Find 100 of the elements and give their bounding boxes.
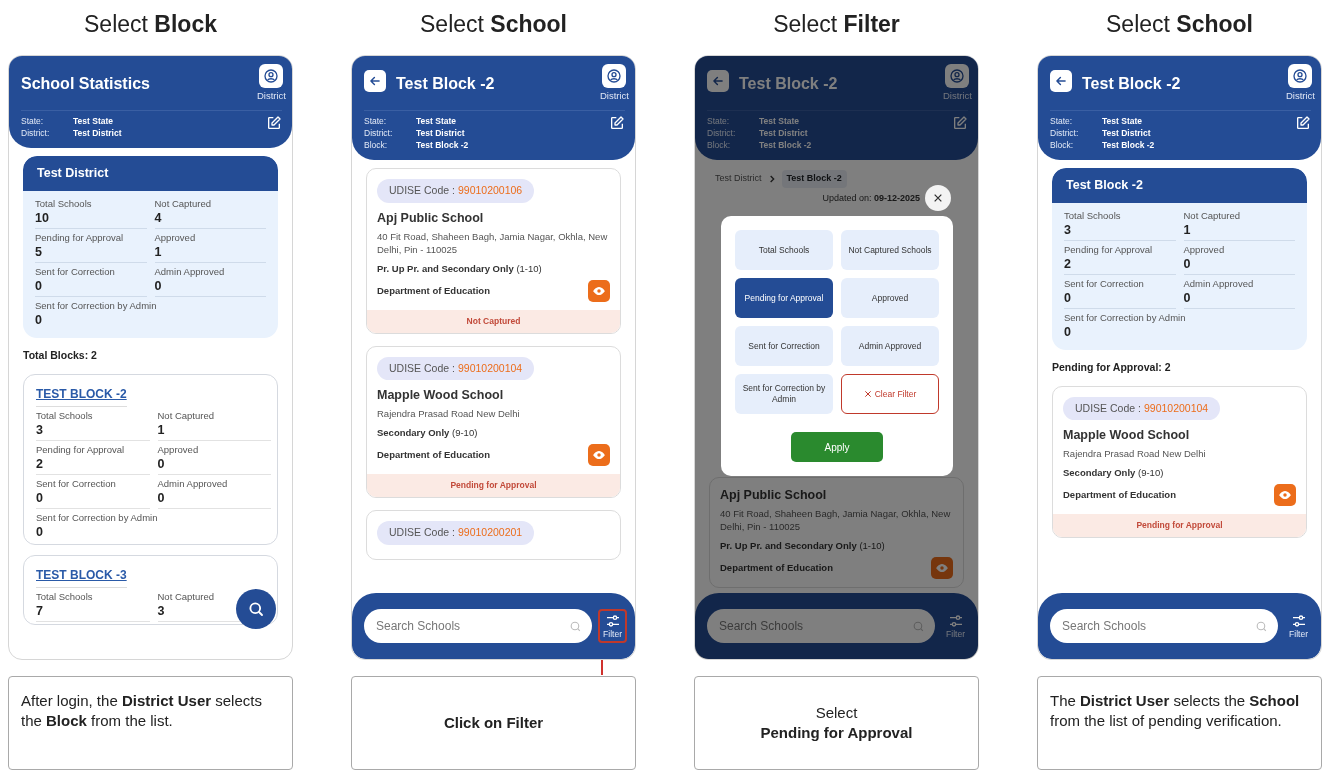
udise-code: 99010200201 [457,525,523,540]
stat-value: 0 [1183,289,1191,306]
stat-value: 0 [1064,289,1071,306]
search-field[interactable]: Search Schools [364,609,593,643]
school-level: Secondary Only (9-10) [1063,466,1165,480]
school-card[interactable]: UDISE Code : 99010200201 [366,510,621,560]
info-label: Block: [707,139,732,151]
edit-icon[interactable] [952,115,968,131]
view-button[interactable] [1274,484,1296,507]
caption-text: Pending for Approval [760,723,913,743]
stat-value: 0 [157,489,165,506]
filter-button[interactable]: Filter [598,609,627,643]
status-label: Pending for Approval [1053,514,1306,537]
edit-icon[interactable] [266,115,282,131]
sliders-icon [947,613,964,629]
stat-value: 0 [36,523,43,540]
block-card[interactable]: TEST BLOCK -2 Total Schools 3 Not Captured 1 Pending for Approval 2 Approved 0 Sent for Correction 0 Admin Approved 0 Sent for Correction by Admin 0 [23,373,278,545]
back-arrow-icon [368,74,382,88]
filter-option[interactable]: Sent for Correction [735,326,833,366]
step-heading: Select Block [84,10,217,39]
stat-label: Sent for Correction [1064,277,1144,290]
close-button[interactable] [925,185,951,211]
info-label: State: [707,115,731,127]
school-card[interactable]: UDISE Code : 99010200104 Mapple Wood School Rajendra Prasad Road New Delhi Secondary Only (9-10) Department of Education Pending for Approval [366,345,621,498]
back-button[interactable] [707,70,729,92]
profile-button[interactable] [945,64,970,88]
profile-button[interactable] [602,64,627,88]
back-button[interactable] [1050,70,1072,92]
filter-button[interactable]: Filter [1284,609,1313,643]
back-button[interactable] [364,70,386,92]
breadcrumb-item[interactable]: Test Block -2 [781,170,847,188]
stat-value: 0 [154,277,162,294]
block-link[interactable]: TEST BLOCK -2 [36,384,127,407]
stat-value: 0 [35,311,42,328]
stat-value: 1 [154,243,162,260]
filter-option[interactable]: Admin Approved [841,326,939,366]
caption-text: Click on Filter [443,713,544,733]
filter-button[interactable]: Filter [941,609,970,643]
filter-option[interactable]: Sent for Correction by Admin [735,374,833,414]
view-button[interactable] [588,279,610,302]
step-heading: Select School [420,10,567,39]
department-name: Department of Education [377,448,490,463]
filter-option[interactable]: Approved [841,278,939,318]
stat-value: 2 [36,455,43,472]
school-name: Apj Public School [377,209,485,227]
search-field[interactable]: Search Schools [707,609,936,643]
search-icon [247,600,265,618]
department-name: Department of Education [720,560,833,575]
udise-code: 99010200104 [1143,400,1209,416]
profile-label: District [1285,89,1315,103]
school-card[interactable]: UDISE Code : 99010200106 Apj Public School 40 Fit Road, Shaheen Bagh, Jamia Nagar, Okhla, New Delhi, Pin - 110025 Pr. Up Pr. and Secondary Only (1-10) Department of Education Not Captured [366,168,621,334]
profile-button[interactable] [1288,64,1313,88]
info-value: Test District [73,127,122,139]
school-card[interactable]: Apj Public School 40 Fit Road, Shaheen Bagh, Jamia Nagar, Okhla, New Delhi, Pin - 110025 Pr. Up Pr. and Secondary Only (1-10) Department of Education [709,477,964,588]
stat-label: Approved [1183,243,1225,256]
school-card[interactable]: UDISE Code : 99010200104 Mapple Wood School Rajendra Prasad Road New Delhi Secondary Only (9-10) Department of Education Pending for Approval [1052,385,1307,538]
edit-icon[interactable] [1295,115,1311,131]
search-icon [569,620,583,633]
edit-icon[interactable] [609,115,625,131]
search-button[interactable] [236,589,276,629]
info-value: Test Block -2 [759,139,812,151]
info-label: Block: [1050,139,1075,151]
udise-label: UDISE Code : [389,525,455,540]
stat-label: Not Captured [157,409,214,422]
card-title: Test Block -2 [1052,168,1307,203]
screen-title: School Statistics [21,74,151,94]
card-title: Test District [23,156,278,191]
screen-title: Test Block -2 [739,74,839,94]
step-heading: Select Filter [773,10,900,39]
stat-value: 4 [154,209,162,226]
back-arrow-icon [711,74,725,88]
filter-option[interactable]: Not Captured Schools [841,230,939,270]
breadcrumb-item[interactable]: Test District [715,172,762,186]
school-name: Mapple Wood School [1063,427,1191,445]
info-value: Test Block -2 [416,139,469,151]
profile-label: District [256,89,286,103]
filter-option[interactable]: Total Schools [735,230,833,270]
clear-filter-button[interactable]: Clear Filter [841,374,939,414]
caption-text: The District User selects the School from the list of pending verification. [1050,691,1301,731]
udise-code: 99010200104 [457,360,523,376]
user-icon [949,68,966,84]
view-button[interactable] [588,444,610,467]
stat-label: Total Schools [35,197,92,210]
stat-value: 0 [35,277,42,294]
stat-label: Pending for Approval [35,231,124,244]
profile-button[interactable] [259,64,284,88]
filter-option[interactable]: Pending for Approval [735,278,833,318]
screen-title: Test Block -2 [396,74,496,94]
block-link[interactable]: TEST BLOCK -3 [36,565,127,588]
search-field[interactable]: Search Schools [1050,609,1279,643]
stat-label: Not Captured [157,590,214,603]
stat-label: Not Captured [1183,209,1240,222]
info-label: District: [1050,127,1080,139]
stat-label: Approved [154,231,196,244]
stat-value: 2 [1064,255,1071,272]
status-label: Pending for Approval [367,474,620,497]
search-icon [912,620,926,633]
apply-button[interactable]: Apply [791,432,883,462]
stat-label: Sent for Correction [36,477,116,490]
stat-value: 0 [1064,323,1071,340]
